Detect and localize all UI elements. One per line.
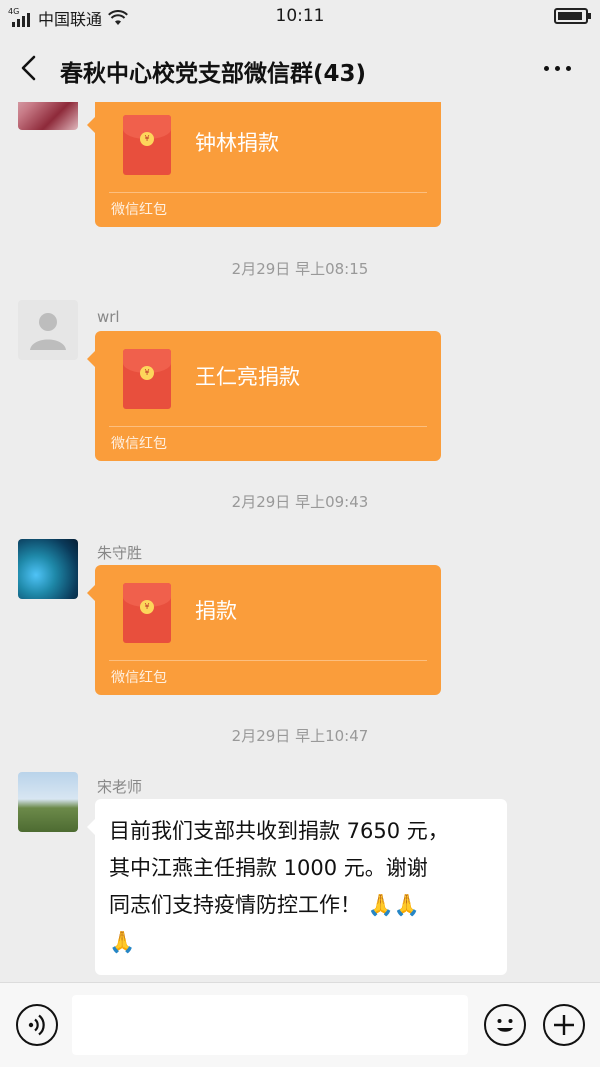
voice-input-icon[interactable] [16, 1004, 58, 1046]
red-packet-title: 钟林捐款 [195, 131, 279, 155]
sender-name: wrl [97, 308, 120, 326]
message-line: 🙏 [109, 930, 136, 954]
message-line: 其中江燕主任捐款 1000 元。谢谢 [109, 856, 428, 880]
default-avatar[interactable] [18, 300, 78, 360]
red-envelope-icon: ¥ [123, 115, 171, 175]
divider [109, 192, 427, 193]
divider [109, 660, 427, 661]
chat-title: 春秋中心校党支部微信群(43) [60, 61, 367, 87]
person-icon [30, 313, 66, 350]
battery-icon [554, 8, 591, 24]
red-packet-label: 微信红包 [111, 202, 167, 218]
more-options-icon[interactable] [544, 56, 578, 80]
sender-name: 宋老师 [97, 778, 143, 796]
red-envelope-icon: ¥ [123, 583, 171, 643]
red-packet-title: 捐款 [195, 599, 237, 623]
sender-name: 朱守胜 [97, 544, 143, 562]
emoji-icon[interactable] [484, 1004, 526, 1046]
input-bar [0, 982, 600, 1067]
message-line: 同志们支持疫情防控工作！ 🙏🙏 [109, 893, 420, 917]
red-packet-label: 微信红包 [111, 436, 167, 452]
timestamp: 2月29日 早上10:47 [231, 727, 369, 745]
photo-avatar[interactable] [18, 772, 78, 832]
message-input[interactable] [72, 995, 468, 1055]
divider [109, 426, 427, 427]
flowers-avatar[interactable] [18, 102, 78, 130]
red-envelope-icon: ¥ [123, 349, 171, 409]
ocean-avatar[interactable] [18, 539, 78, 599]
status-bar: 4G 中国联通 10:11 [0, 0, 600, 34]
plus-icon[interactable] [543, 1004, 585, 1046]
red-packet-message[interactable]: ¥ 捐款 微信红包 [87, 565, 441, 695]
back-arrow-icon[interactable] [14, 52, 46, 84]
clock: 10:11 [275, 6, 325, 26]
chat-header: 春秋中心校党支部微信群(43) [0, 34, 600, 102]
timestamp: 2月29日 早上08:15 [231, 260, 369, 278]
message-line: 目前我们支部共收到捐款 7650 元， [109, 819, 449, 843]
text-message[interactable]: 目前我们支部共收到捐款 7650 元， 其中江燕主任捐款 1000 元。谢谢 同… [87, 799, 507, 975]
timestamp: 2月29日 早上09:43 [231, 493, 369, 511]
red-packet-message[interactable]: ¥ 王仁亮捐款 微信红包 [87, 331, 441, 461]
red-packet-title: 王仁亮捐款 [195, 365, 300, 389]
red-packet-message[interactable]: ¥ 钟林捐款 微信红包 [87, 102, 441, 227]
message-list[interactable]: ¥ 钟林捐款 微信红包 2月29日 早上08:15 wrl ¥ 王仁亮捐款 微信… [0, 102, 600, 982]
red-packet-label: 微信红包 [111, 670, 167, 686]
